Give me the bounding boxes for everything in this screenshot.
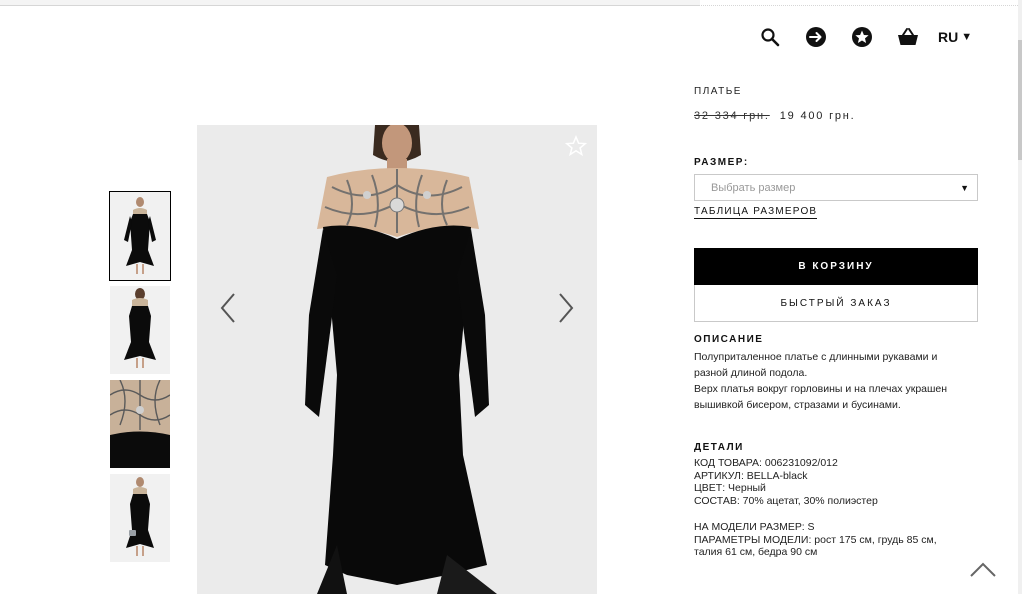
add-to-favorites-star-icon[interactable] [565, 135, 587, 157]
next-image-chevron-icon[interactable] [554, 290, 578, 326]
chevron-down-icon: ▼ [960, 182, 969, 193]
page-scrollbar[interactable] [1018, 0, 1022, 594]
main-product-image[interactable] [197, 125, 597, 594]
description-line: Верх платья вокруг горловины и на плечах… [694, 383, 948, 395]
product-info: ПЛАТЬЕ 32 334 грн. 19 400 грн. РАЗМЕР: В… [694, 86, 980, 559]
details-spacer [694, 507, 980, 521]
description-line: разной длиной подола. [694, 367, 808, 379]
dress-front-thumbnail [110, 192, 170, 280]
detail-line: КОД ТОВАРА: 006231092/012 [694, 457, 838, 469]
previous-image-chevron-icon[interactable] [216, 290, 240, 326]
chevron-down-icon: ▼ [961, 31, 973, 43]
favorites-star-icon [852, 27, 872, 47]
model-detail-line: талия 61 см, бедра 90 см [694, 546, 818, 558]
login-button[interactable] [802, 23, 830, 51]
dress-with-bag-thumbnail [110, 474, 170, 562]
basket-button[interactable] [894, 23, 922, 51]
scrollbar-thumb[interactable] [1018, 40, 1022, 160]
scroll-to-top-chevron-icon[interactable] [968, 560, 998, 580]
size-label: РАЗМЕР: [694, 157, 749, 168]
model-detail-line: НА МОДЕЛИ РАЗМЕР: S [694, 521, 815, 533]
size-table-link[interactable]: ТАБЛИЦА РАЗМЕРОВ [694, 206, 818, 219]
product-type: ПЛАТЬЕ [694, 86, 742, 97]
thumbnail-item[interactable] [110, 380, 170, 468]
add-to-cart-button[interactable]: В КОРЗИНУ [694, 248, 978, 285]
size-select[interactable]: Выбрать размер ▼ [694, 174, 978, 201]
description-line: вышивкой бисером, стразами и бусинами. [694, 399, 901, 411]
detail-line: ЦВЕТ: Черный [694, 482, 766, 494]
details-list: КОД ТОВАРА: 006231092/012 АРТИКУЛ: BELLA… [694, 457, 980, 559]
old-price: 32 334 грн. [694, 110, 770, 122]
thumbnail-item[interactable] [110, 286, 170, 374]
description-title: ОПИСАНИЕ [694, 334, 764, 345]
thumbnail-list [109, 191, 171, 568]
thumbnail-item[interactable] [110, 474, 170, 562]
thumbnail-item[interactable] [109, 191, 171, 281]
language-selector[interactable]: RU ▼ [938, 29, 972, 45]
price-block: 32 334 грн. 19 400 грн. [694, 110, 980, 122]
sale-price: 19 400 грн. [779, 110, 856, 122]
dress-main-photo [197, 125, 597, 594]
detail-line: АРТИКУЛ: BELLA-black [694, 469, 808, 482]
language-label: RU [938, 29, 959, 45]
details-title: ДЕТАЛИ [694, 442, 744, 453]
search-icon [761, 28, 780, 47]
size-select-placeholder: Выбрать размер [711, 181, 796, 194]
favorites-button[interactable] [848, 23, 876, 51]
quick-order-button[interactable]: БЫСТРЫЙ ЗАКАЗ [694, 285, 978, 322]
dress-detail-thumbnail [110, 380, 170, 468]
header-icons: RU ▼ [756, 22, 972, 52]
browser-tab-strip [0, 0, 700, 6]
basket-icon [898, 28, 918, 45]
description-line: Полуприталенное платье с длинными рукава… [694, 351, 938, 363]
search-button[interactable] [756, 23, 784, 51]
login-icon [806, 27, 826, 47]
description-text: Полуприталенное платье с длинными рукава… [694, 349, 980, 413]
model-detail-line: ПАРАМЕТРЫ МОДЕЛИ: рост 175 см, грудь 85 … [694, 533, 937, 546]
dress-back-thumbnail [110, 286, 170, 374]
detail-line: СОСТАВ: 70% ацетат, 30% полиэстер [694, 494, 878, 507]
browser-tab-strip-edge [696, 0, 1022, 6]
